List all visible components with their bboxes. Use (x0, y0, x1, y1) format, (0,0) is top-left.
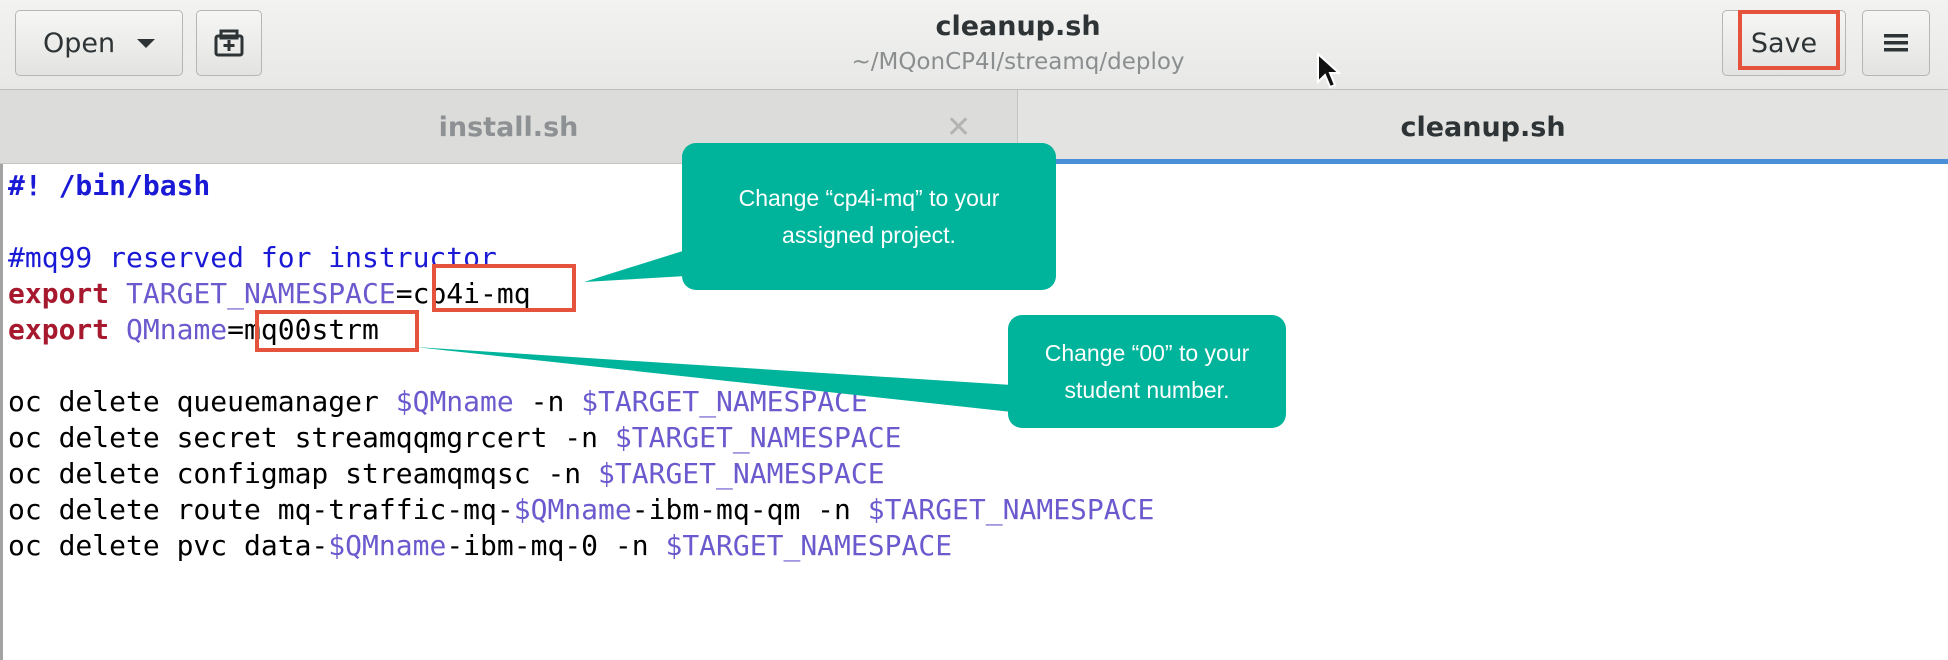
tab-label: cleanup.sh (1400, 111, 1566, 143)
tab-cleanup-sh[interactable]: cleanup.sh (1018, 90, 1948, 165)
callout-student-number: Change “00” to your student number. (1008, 315, 1286, 428)
code-line: oc delete configmap streamqmqsc -n $TARG… (8, 457, 885, 490)
code-line: oc delete secret streamqqmgrcert -n $TAR… (8, 421, 902, 454)
code-line: oc delete queuemanager $QMname -n $TARGE… (8, 385, 868, 418)
code-line: oc delete route mq-traffic-mq-$QMname-ib… (8, 493, 1155, 526)
hamburger-menu-icon (1884, 34, 1908, 52)
code-line: #mq99 reserved for instructor (8, 241, 497, 274)
window-title: cleanup.sh (935, 11, 1101, 42)
qmname-value-highlight (255, 310, 419, 352)
menu-button[interactable] (1862, 10, 1930, 76)
tab-label: install.sh (438, 111, 579, 143)
namespace-value-highlight (432, 264, 576, 312)
save-highlight-box (1738, 10, 1840, 70)
close-icon[interactable]: ✕ (946, 110, 971, 145)
window-title-area: cleanup.sh ~/MQonCP4I/streamq/deploy (0, 8, 1948, 78)
window-subtitle: ~/MQonCP4I/streamq/deploy (851, 49, 1185, 75)
mouse-cursor-icon (1317, 52, 1342, 89)
code-line: #! /bin/bash (8, 169, 211, 202)
header-bar: Open cleanup.sh ~/MQonCP4I/streamq/deplo… (0, 0, 1948, 90)
code-line: oc delete pvc data-$QMname-ibm-mq-0 -n $… (8, 529, 953, 562)
callout-namespace: Change “cp4i-mq” to your assigned project… (682, 143, 1056, 290)
